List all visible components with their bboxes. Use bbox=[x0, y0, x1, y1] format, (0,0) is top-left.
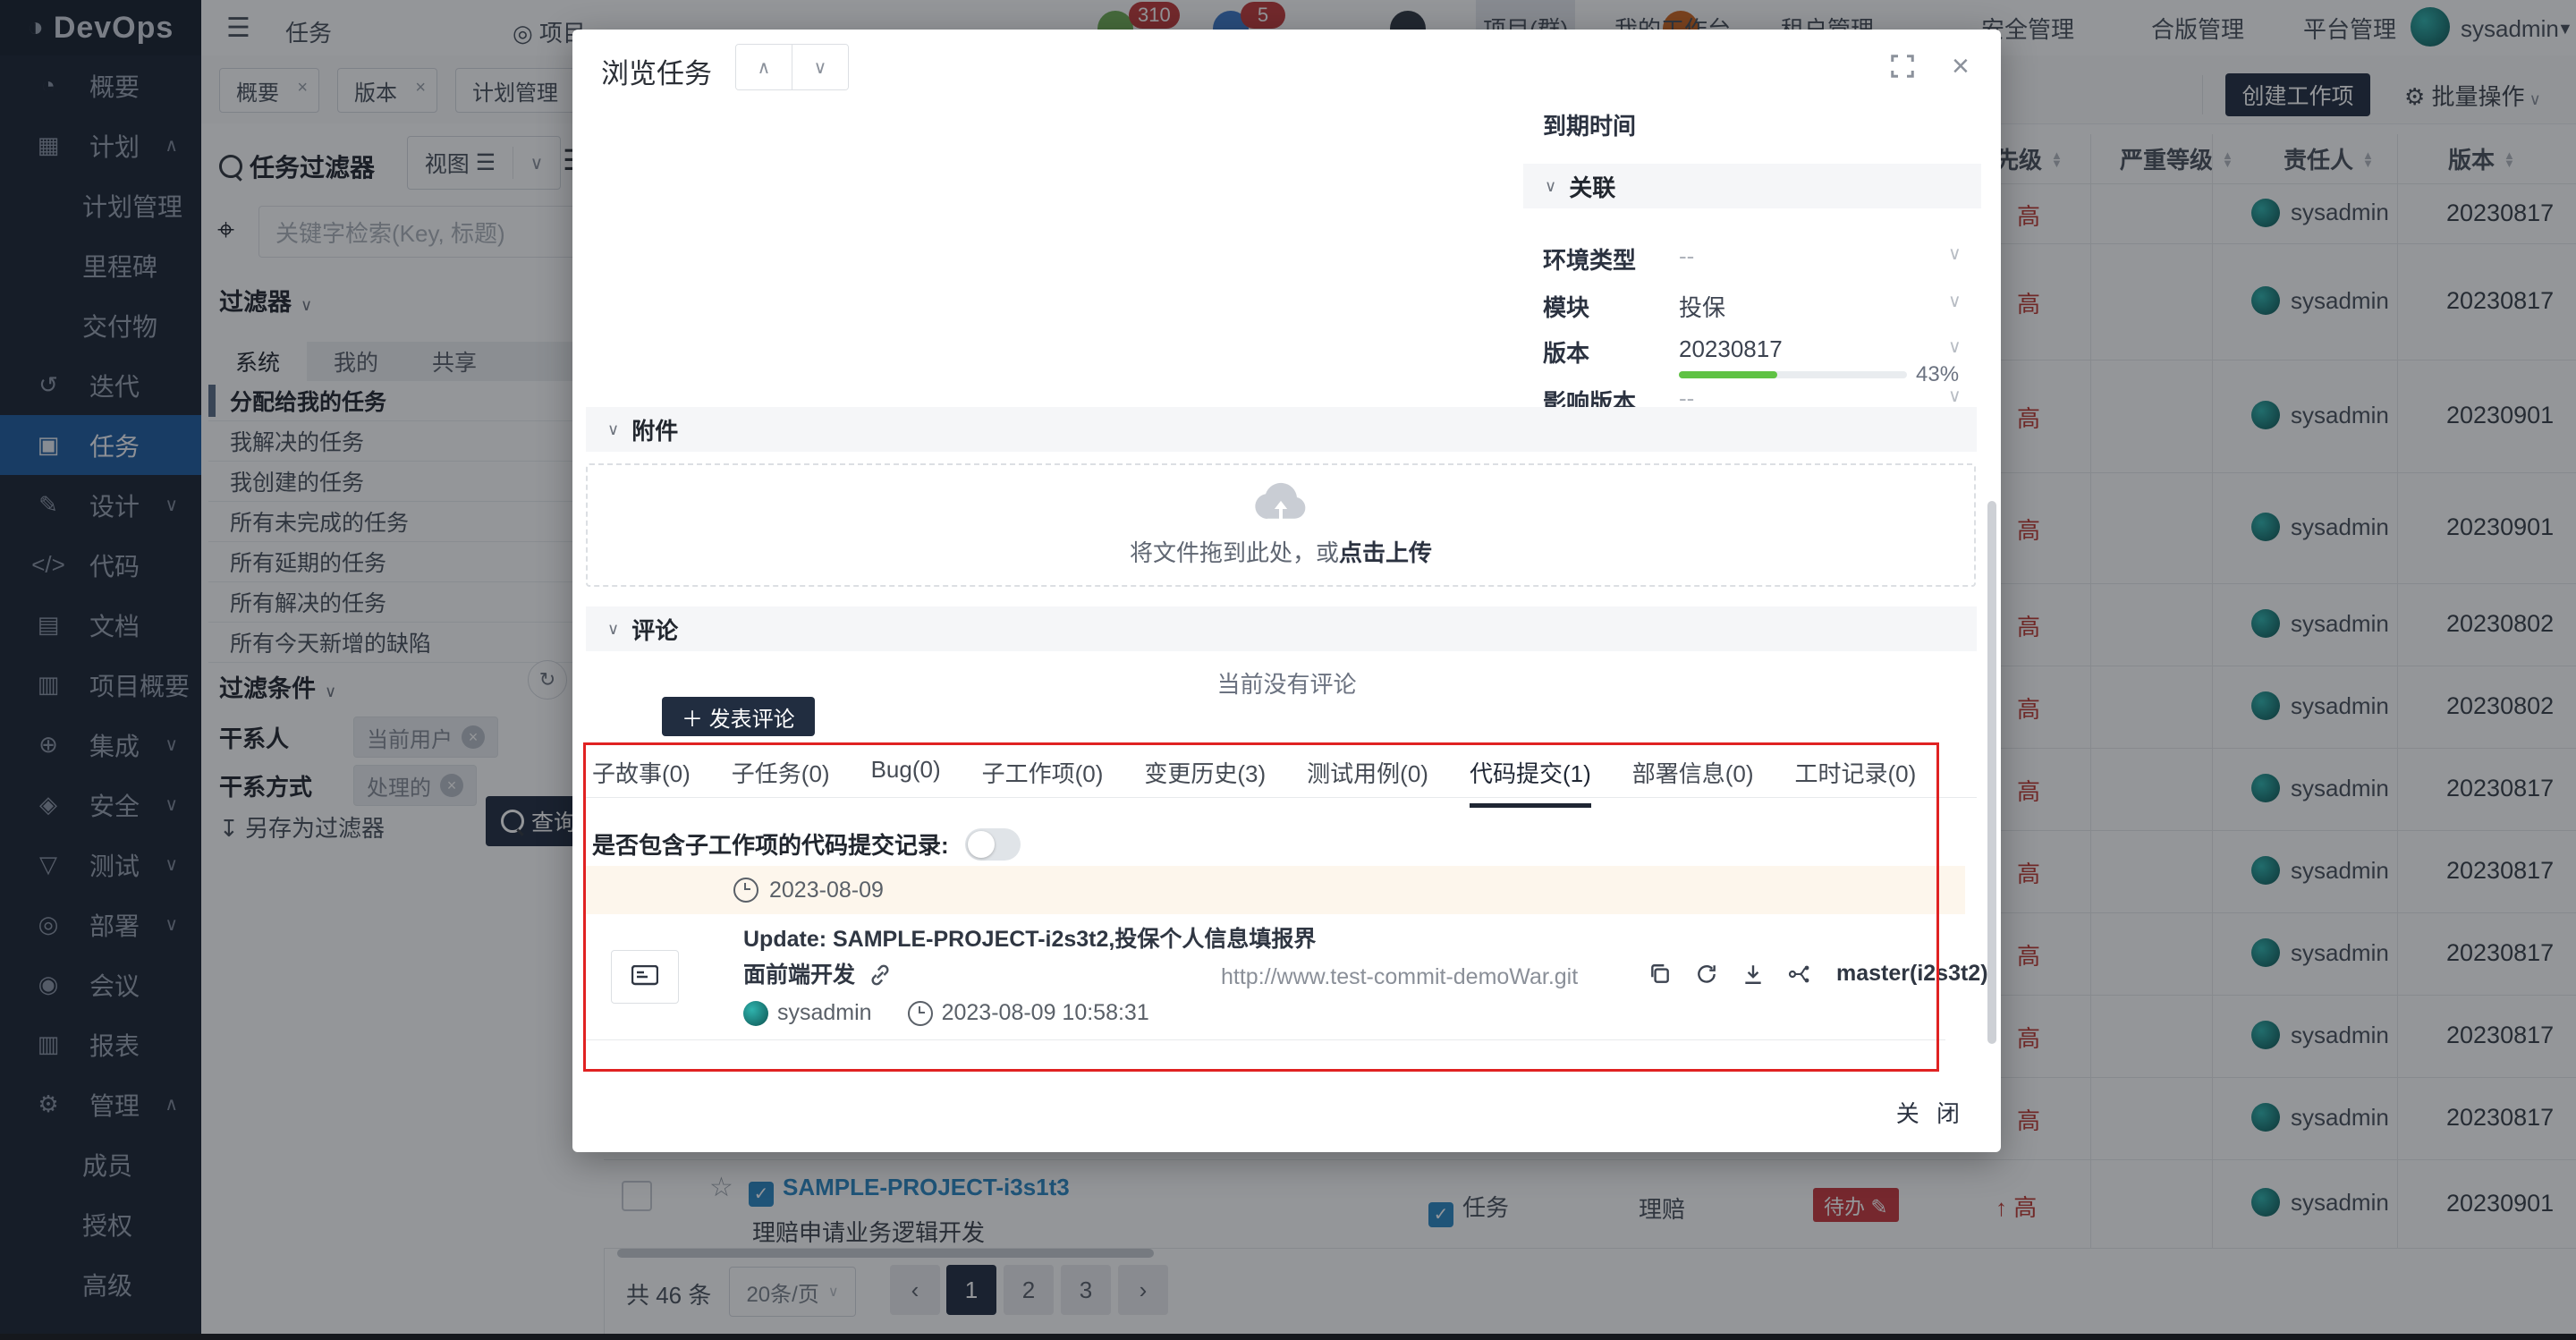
field-value-模块[interactable]: 投保 bbox=[1679, 290, 1725, 323]
upload-dropzone[interactable]: 将文件拖到此处，或点击上传 bbox=[586, 463, 1976, 587]
chevron-down-icon[interactable]: ∨ bbox=[1948, 385, 1962, 407]
attachments-section-header[interactable]: ∨附件 bbox=[586, 407, 1977, 452]
clock-icon bbox=[908, 1001, 933, 1026]
close-button[interactable]: 关 闭 bbox=[1896, 1096, 1965, 1129]
chevron-down-icon[interactable]: ∨ bbox=[1948, 290, 1962, 312]
comments-section-header[interactable]: ∨评论 bbox=[586, 606, 1977, 651]
tabs-divider bbox=[586, 797, 1977, 798]
no-comment-text: 当前没有评论 bbox=[572, 666, 2001, 700]
download-icon[interactable] bbox=[1741, 963, 1765, 986]
detail-tab-变更历史(3)[interactable]: 变更历史(3) bbox=[1144, 756, 1266, 808]
detail-tabs: 子故事(0) 子任务(0) Bug(0) 子工作项(0) 变更历史(3) 测试用例(0) 代… bbox=[592, 756, 1916, 808]
commit-console-button[interactable] bbox=[611, 950, 679, 1004]
chevron-down-icon: ∨ bbox=[1545, 177, 1556, 196]
detail-tab-子任务(0)[interactable]: 子任务(0) bbox=[732, 756, 830, 808]
modal-scrollbar[interactable] bbox=[1987, 501, 1996, 1044]
branch-icon[interactable] bbox=[1788, 963, 1813, 986]
toggle-label: 是否包含子工作项的代码提交记录: bbox=[592, 827, 949, 861]
chevron-down-icon[interactable]: ∨ bbox=[1948, 335, 1962, 358]
field-label-版本: 版本 bbox=[1543, 335, 1589, 369]
commit-title-line2[interactable]: 面前端开发 bbox=[743, 957, 892, 989]
chevron-down-icon[interactable]: ∨ bbox=[1948, 242, 1962, 265]
include-subitems-row: 是否包含子工作项的代码提交记录: bbox=[592, 827, 1021, 861]
include-subitems-toggle[interactable] bbox=[965, 828, 1021, 861]
detail-tab-子故事(0)[interactable]: 子故事(0) bbox=[592, 756, 691, 808]
commit-date-row: 2023-08-09 bbox=[586, 866, 1965, 914]
commit-card: Update: SAMPLE-PROJECT-i2s3t2,投保个人信息填报界 … bbox=[586, 914, 1965, 1036]
commit-repo-url[interactable]: http://www.test-commit-demoWar.git bbox=[1221, 964, 1578, 990]
console-icon bbox=[631, 965, 658, 988]
close-icon[interactable]: × bbox=[1952, 53, 1970, 80]
progress-percent: 43% bbox=[1916, 362, 1959, 387]
commit-date: 2023-08-09 bbox=[769, 878, 884, 903]
chevron-down-icon: ∨ bbox=[607, 620, 619, 639]
prev-next-task-group: ∧ ∨ bbox=[735, 44, 849, 90]
commit-actions: master(i2s3t2) bbox=[1648, 961, 1988, 987]
commit-author: sysadmin bbox=[777, 1000, 872, 1026]
next-task-button[interactable]: ∨ bbox=[792, 45, 848, 89]
chevron-down-icon: ∨ bbox=[607, 420, 619, 439]
field-value-环境类型[interactable]: -- bbox=[1679, 242, 1694, 270]
field-label-模块: 模块 bbox=[1543, 290, 1589, 323]
avatar bbox=[743, 1001, 768, 1026]
upload-hint: 将文件拖到此处，或点击上传 bbox=[588, 535, 1974, 568]
devops-app: ◑ DevOps ☰ 任务 ◎ 项目 3105 项目(群)我的工作台租户管理安全… bbox=[0, 0, 2576, 1340]
commit-meta: sysadmin 2023-08-09 10:58:31 bbox=[743, 1000, 1149, 1026]
due-date-label: 到期时间 bbox=[1543, 108, 1636, 141]
detail-tab-测试用例(0)[interactable]: 测试用例(0) bbox=[1307, 756, 1428, 808]
fullscreen-icon[interactable] bbox=[1889, 53, 1916, 80]
post-comment-button[interactable]: ＋ 发表评论 bbox=[662, 697, 815, 736]
footer-divider bbox=[586, 1039, 1945, 1040]
field-label-环境类型: 环境类型 bbox=[1543, 242, 1636, 276]
refresh-icon[interactable] bbox=[1695, 963, 1718, 986]
click-upload-link[interactable]: 点击上传 bbox=[1339, 539, 1432, 566]
prev-task-button[interactable]: ∧ bbox=[736, 45, 792, 89]
link-icon[interactable] bbox=[869, 963, 892, 987]
browse-task-modal: 浏览任务 ∧ ∨ × 到期时间 ∨关联 环境类型 -- ∨ 模块 投保 ∨ 版本 202308… bbox=[572, 30, 2001, 1152]
related-section-header[interactable]: ∨关联 bbox=[1523, 164, 1981, 208]
detail-tab-代码提交(1)[interactable]: 代码提交(1) bbox=[1470, 756, 1591, 808]
field-value-版本[interactable]: 20230817 bbox=[1679, 335, 1783, 363]
clock-icon bbox=[733, 878, 758, 903]
modal-title: 浏览任务 bbox=[601, 51, 712, 91]
commit-time: 2023-08-09 10:58:31 bbox=[942, 1000, 1149, 1026]
detail-tab-部署信息(0)[interactable]: 部署信息(0) bbox=[1632, 756, 1754, 808]
bottom-strip bbox=[0, 1334, 2576, 1340]
cloud-upload-icon bbox=[1251, 479, 1310, 526]
detail-tab-子工作项(0)[interactable]: 子工作项(0) bbox=[982, 756, 1104, 808]
commit-branch[interactable]: master(i2s3t2) bbox=[1836, 961, 1988, 987]
commit-title-line1[interactable]: Update: SAMPLE-PROJECT-i2s3t2,投保个人信息填报界 bbox=[743, 921, 1316, 954]
version-progress-bar bbox=[1679, 371, 1907, 378]
copy-icon[interactable] bbox=[1648, 963, 1672, 986]
detail-tab-工时记录(0)[interactable]: 工时记录(0) bbox=[1795, 756, 1917, 808]
detail-tab-Bug(0)[interactable]: Bug(0) bbox=[871, 756, 941, 808]
